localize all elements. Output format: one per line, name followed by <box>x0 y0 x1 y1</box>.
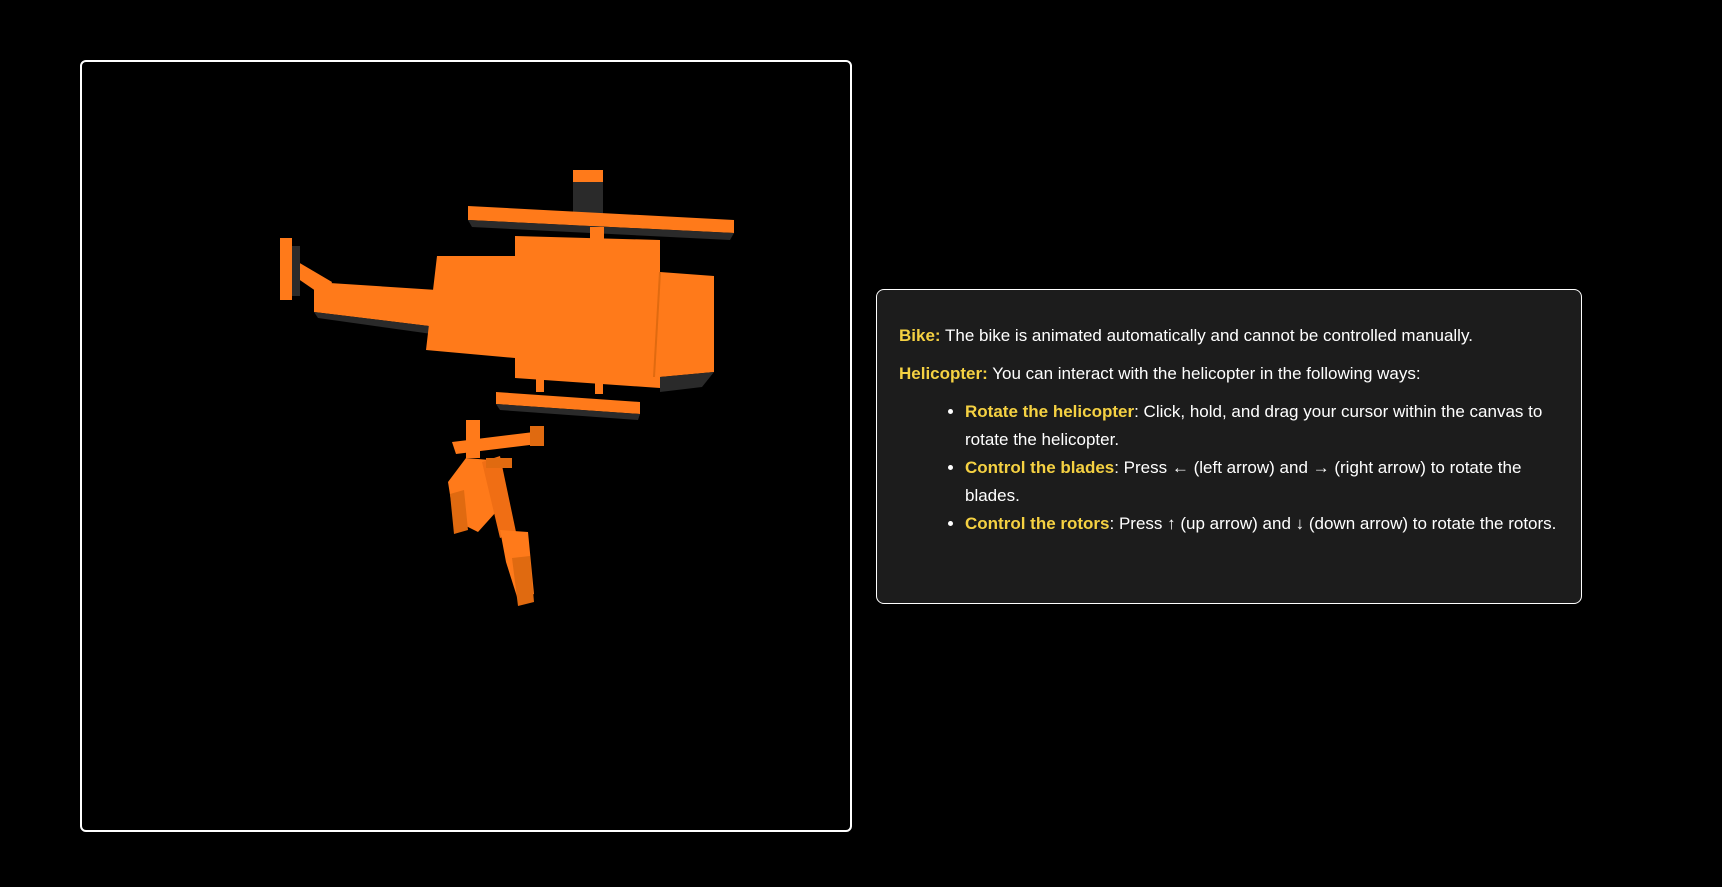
skid-strut-left <box>536 362 544 392</box>
controls-list: Rotate the helicopter: Click, hold, and … <box>899 398 1559 538</box>
rotors-label: Control the rotors <box>965 514 1110 533</box>
rotate-label: Rotate the helicopter <box>965 402 1135 421</box>
list-item-rotate: Rotate the helicopter: Click, hold, and … <box>965 398 1559 454</box>
helicopter-info: Helicopter: You can interact with the he… <box>899 360 1559 388</box>
tail-rotor-shadow <box>292 246 300 296</box>
rotors-text: : Press ↑ (up arrow) and ↓ (down arrow) … <box>1109 514 1557 533</box>
info-panel: Bike: The bike is animated automatically… <box>876 289 1582 604</box>
rotor-mast <box>573 170 603 184</box>
skid-strut-right <box>595 368 603 394</box>
helicopter-label: Helicopter: <box>899 364 988 383</box>
fuselage <box>426 236 714 388</box>
list-item-rotors: Control the rotors: Press ↑ (up arrow) a… <box>965 510 1559 538</box>
bike-handle-end <box>530 426 544 446</box>
helicopter-model[interactable] <box>280 170 734 420</box>
bike-front-post <box>466 420 480 458</box>
blades-label: Control the blades <box>965 458 1115 477</box>
bike-label: Bike: <box>899 326 941 345</box>
bike-info: Bike: The bike is animated automatically… <box>899 322 1559 350</box>
bike-text: The bike is animated automatically and c… <box>940 326 1473 345</box>
scene-svg <box>280 170 734 606</box>
bike-model <box>448 420 544 606</box>
tail-rotor <box>280 238 292 300</box>
list-item-blades: Control the blades: Press ← (left arrow)… <box>965 454 1559 510</box>
3d-canvas[interactable] <box>80 60 852 832</box>
bike-seat <box>486 458 512 468</box>
helicopter-text: You can interact with the helicopter in … <box>987 364 1421 383</box>
bike-handlebar <box>452 432 538 454</box>
